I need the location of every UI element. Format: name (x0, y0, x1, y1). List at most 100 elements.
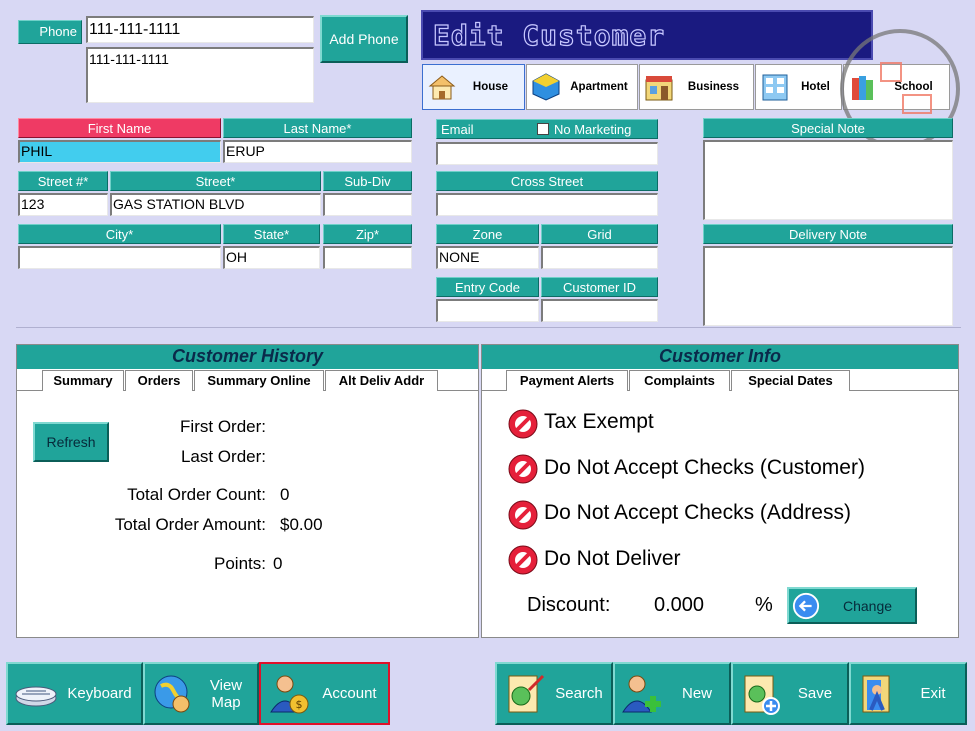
customer-id-label: Customer ID (541, 277, 658, 297)
phone-input[interactable]: 111-111-1111 (86, 16, 314, 43)
tab-summary-online[interactable]: Summary Online (194, 370, 324, 391)
house-icon (428, 75, 456, 100)
customer-id-field[interactable] (541, 299, 658, 322)
tab-alt-deliv-addr[interactable]: Alt Deliv Addr (325, 370, 438, 391)
total-order-count-label: Total Order Count: (127, 485, 266, 504)
business-icon (645, 76, 673, 101)
customer-info-title: Customer Info (482, 345, 958, 369)
address-type-hotel[interactable]: Hotel (755, 64, 842, 110)
tab-complaints[interactable]: Complaints (629, 370, 730, 391)
alert-do-not-deliver: Do Not Deliver (544, 547, 681, 570)
prohibited-icon[interactable] (508, 545, 538, 575)
first-name-field[interactable]: PHIL (18, 140, 221, 163)
total-order-amount-value: $0.00 (280, 515, 323, 534)
entry-code-field[interactable] (436, 299, 539, 322)
state-label: State* (223, 224, 320, 244)
prohibited-icon[interactable] (508, 409, 538, 439)
address-type-apartment[interactable]: Apartment (526, 64, 638, 110)
points-value: 0 (273, 554, 283, 573)
cross-street-field[interactable] (436, 193, 658, 216)
zone-field[interactable]: NONE (436, 246, 539, 269)
page-title: Edit Customer (432, 18, 666, 52)
save-icon (744, 675, 780, 715)
exit-button[interactable]: Exit (849, 662, 967, 725)
alert-no-checks-address: Do Not Accept Checks (Address) (544, 501, 851, 524)
state-field[interactable]: OH (223, 246, 320, 269)
school-icon (852, 76, 873, 100)
prohibited-icon[interactable] (508, 500, 538, 530)
city-field[interactable] (18, 246, 221, 269)
tab-special-dates[interactable]: Special Dates (731, 370, 850, 391)
zip-field[interactable] (323, 246, 412, 269)
search-icon (508, 674, 545, 712)
tab-payment-alerts[interactable]: Payment Alerts (506, 370, 628, 391)
discount-value: 0.000 (654, 594, 705, 616)
account-label: Account (322, 685, 377, 702)
exit-label: Exit (920, 685, 946, 702)
address-type-label: School (894, 81, 933, 93)
no-marketing-label: No Marketing (554, 122, 632, 137)
email-field[interactable] (436, 142, 658, 165)
zone-label: Zone (436, 224, 539, 244)
no-marketing-checkbox[interactable] (537, 123, 549, 135)
section-divider (16, 327, 961, 328)
first-order-label: First Order: (180, 417, 266, 436)
refresh-button[interactable]: Refresh (33, 422, 109, 462)
discount-unit: % (755, 594, 773, 616)
search-label: Search (555, 685, 603, 702)
tab-orders[interactable]: Orders (125, 370, 193, 391)
view-map-button[interactable]: View Map (143, 662, 259, 725)
address-type-label: Hotel (801, 81, 830, 93)
account-icon: $ (270, 675, 309, 713)
subdiv-field[interactable] (323, 193, 412, 216)
add-phone-button[interactable]: Add Phone (320, 15, 408, 63)
discount-label: Discount: (527, 594, 611, 616)
address-type-label: Apartment (570, 81, 628, 93)
street-label: Street* (110, 171, 321, 191)
delivery-note-label: Delivery Note (703, 224, 953, 244)
keyboard-button[interactable]: Keyboard (6, 662, 143, 725)
street-field[interactable]: GAS STATION BLVD (110, 193, 321, 216)
address-type-business[interactable]: Business (639, 64, 754, 110)
phone-list[interactable]: 111-111-1111 (86, 47, 314, 103)
address-type-label: Business (687, 81, 740, 93)
grid-label: Grid (541, 224, 658, 244)
hotel-icon (762, 74, 788, 101)
prohibited-icon[interactable] (508, 454, 538, 484)
customer-history-title: Customer History (17, 345, 478, 369)
street-number-field[interactable]: 123 (18, 193, 108, 216)
change-discount-button[interactable]: Change (787, 587, 917, 624)
first-name-label: First Name (18, 118, 221, 138)
save-button[interactable]: Save (731, 662, 849, 725)
address-type-label: House (472, 81, 509, 93)
edit-customer-banner: Edit Customer (421, 10, 873, 60)
alert-no-checks-customer: Do Not Accept Checks (Customer) (544, 456, 865, 479)
total-order-count-value: 0 (280, 485, 290, 504)
special-note-field[interactable] (703, 140, 953, 220)
email-label: Email (441, 122, 474, 137)
email-label-bar: Email No Marketing (436, 119, 658, 139)
special-note-label: Special Note (703, 118, 953, 138)
search-button[interactable]: Search (495, 662, 613, 725)
tab-summary[interactable]: Summary (42, 370, 124, 391)
last-name-label: Last Name* (223, 118, 412, 138)
city-label: City* (18, 224, 221, 244)
address-type-school[interactable]: School (843, 64, 950, 110)
view-map-label: View Map (209, 676, 243, 711)
address-type-house[interactable]: House (422, 64, 525, 110)
last-name-field[interactable]: ERUP (223, 140, 412, 163)
change-button-label: Change (842, 597, 893, 614)
svg-text:$: $ (296, 698, 303, 711)
street-number-label: Street #* (18, 171, 108, 191)
apartment-icon (532, 73, 560, 101)
delivery-note-field[interactable] (703, 246, 953, 326)
cross-street-label: Cross Street (436, 171, 658, 191)
alert-tax-exempt: Tax Exempt (544, 410, 654, 433)
account-button[interactable]: $ Account (259, 662, 390, 725)
phone-label: Phone (18, 20, 82, 44)
new-button[interactable]: New (613, 662, 731, 725)
globe-icon (154, 675, 190, 712)
grid-field[interactable] (541, 246, 658, 269)
new-label: New (681, 685, 712, 702)
entry-code-label: Entry Code (436, 277, 539, 297)
